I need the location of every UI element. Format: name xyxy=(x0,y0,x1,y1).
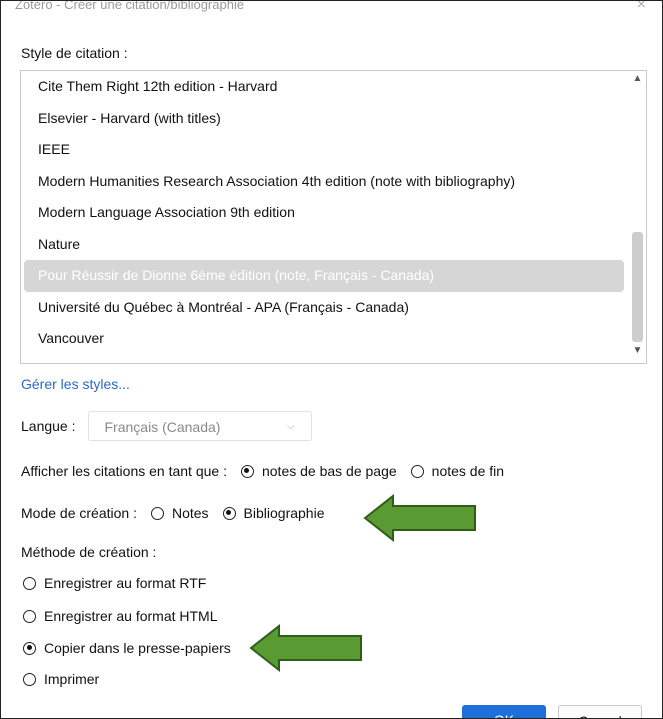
scroll-down-icon[interactable]: ▼ xyxy=(629,345,646,361)
radio-label: Copier dans le presse-papiers xyxy=(44,640,231,656)
creation-mode-label: Mode de création : xyxy=(21,505,137,521)
method-option-clipboard[interactable]: Copier dans le presse-papiers xyxy=(23,640,231,656)
radio-label: Notes xyxy=(171,505,209,521)
ok-button[interactable]: OK xyxy=(462,705,546,718)
radio-button[interactable] xyxy=(23,576,36,590)
radio-notes[interactable]: Notes xyxy=(150,505,209,521)
radio-footnotes[interactable]: notes de bas de page xyxy=(240,463,397,479)
display-citations-label: Afficher les citations en tant que : xyxy=(21,463,227,479)
language-select[interactable]: Français (Canada) ⌵ xyxy=(87,411,312,441)
list-item[interactable]: IEEE xyxy=(24,134,624,166)
list-item[interactable]: Modern Humanities Research Association 4… xyxy=(24,166,624,198)
radio-label: Enregistrer au format HTML xyxy=(44,608,218,624)
radio-button[interactable] xyxy=(23,672,36,686)
creation-mode-row: Mode de création : Notes Bibliographie xyxy=(21,505,325,521)
radio-button[interactable] xyxy=(222,506,236,520)
radio-label: notes de fin xyxy=(431,463,505,479)
citation-style-label: Style de citation : xyxy=(21,45,128,61)
cancel-button[interactable]: Cancel xyxy=(558,705,642,718)
creation-method-label: Méthode de création : xyxy=(21,544,157,560)
radio-bibliography[interactable]: Bibliographie xyxy=(222,505,325,521)
list-scrollbar[interactable]: ▲ ▼ xyxy=(629,71,646,363)
left-arrow-icon xyxy=(249,624,362,672)
radio-endnotes[interactable]: notes de fin xyxy=(410,463,505,479)
left-arrow-icon xyxy=(363,494,476,542)
radio-button[interactable] xyxy=(23,609,36,623)
list-item[interactable]: Cite Them Right 12th edition - Harvard xyxy=(24,71,624,103)
radio-label: notes de bas de page xyxy=(261,463,397,479)
list-item[interactable]: Vancouver xyxy=(24,323,624,355)
chevron-down-icon: ⌵ xyxy=(286,421,295,432)
radio-button[interactable] xyxy=(150,506,164,520)
radio-button[interactable] xyxy=(410,464,424,478)
radio-label: Bibliographie xyxy=(243,505,325,521)
citation-style-list[interactable]: Cite Them Right 12th edition - Harvard El… xyxy=(20,70,647,364)
radio-button[interactable] xyxy=(23,641,36,655)
list-item[interactable]: Elsevier - Harvard (with titles) xyxy=(24,103,624,135)
language-value: Français (Canada) xyxy=(104,419,221,435)
display-citations-row: Afficher les citations en tant que : not… xyxy=(21,463,504,479)
list-item[interactable]: Université du Québec à Montréal - APA (F… xyxy=(24,292,624,324)
window-title: Zotero - Créer une citation/bibliographi… xyxy=(15,0,245,12)
list-item[interactable]: Modern Language Association 9th edition xyxy=(24,197,624,229)
manage-styles-link[interactable]: Gérer les styles... xyxy=(21,376,130,392)
citation-style-items: Cite Them Right 12th edition - Harvard El… xyxy=(21,71,628,355)
method-option-rtf[interactable]: Enregistrer au format RTF xyxy=(23,575,206,591)
language-label: Langue : xyxy=(21,418,76,434)
list-item[interactable]: Pour Réussir de Dionne 6ème édition (not… xyxy=(24,260,624,292)
scroll-up-icon[interactable]: ▲ xyxy=(629,73,646,89)
radio-label: Enregistrer au format RTF xyxy=(44,575,207,591)
radio-label: Imprimer xyxy=(44,671,100,687)
dialog-window: Zotero - Créer une citation/bibliographi… xyxy=(0,0,663,719)
method-option-print[interactable]: Imprimer xyxy=(23,671,99,687)
scroll-thumb[interactable] xyxy=(632,232,643,342)
list-item[interactable]: Nature xyxy=(24,229,624,261)
radio-button[interactable] xyxy=(240,464,254,478)
method-option-html[interactable]: Enregistrer au format HTML xyxy=(23,608,218,624)
close-icon[interactable]: × xyxy=(637,1,646,14)
language-row: Langue : Français (Canada) ⌵ xyxy=(21,411,312,441)
